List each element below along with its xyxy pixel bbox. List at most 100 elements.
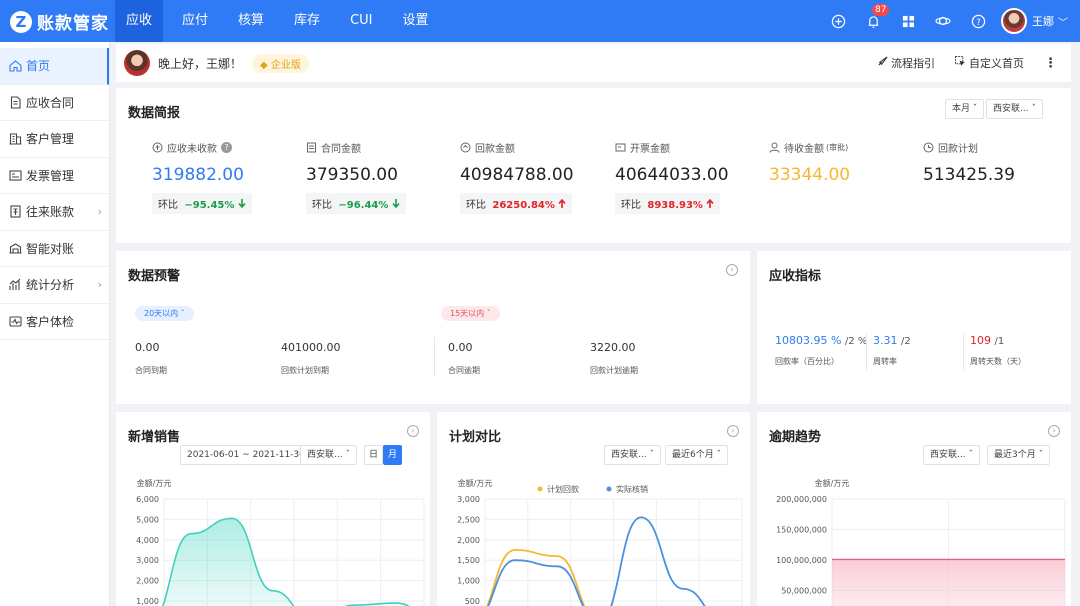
summary-title: 数据简报 — [128, 106, 181, 121]
plan-title: 计划对比 — [449, 430, 502, 445]
kpi-value: 379350.00 — [306, 165, 398, 185]
warning-label: 回款计划逾期 — [590, 366, 638, 375]
customize-button[interactable]: 自定义首页 — [955, 55, 1024, 71]
compare-value: 8938.93% — [647, 200, 703, 211]
user-avatar[interactable] — [1001, 8, 1027, 34]
period-select[interactable]: 本月 ˇ — [945, 99, 985, 119]
edition-badge[interactable]: ◆ 企业版 — [252, 53, 309, 73]
kpi-item[interactable]: 回款计划 513425.39 — [923, 140, 1063, 185]
nav-item[interactable]: 应收 — [115, 0, 164, 42]
overdue-chart: 200,000,000 150,000,000 100,000,000 50,000,… — [776, 478, 1066, 606]
sidebar-item[interactable]: 应收合同 — [0, 85, 109, 121]
arrow-right-circle-icon[interactable]: › — [407, 425, 419, 437]
arrow-up-icon — [558, 198, 566, 211]
kpi-compare: 环比 −95.45% — [152, 193, 252, 214]
sidebar-item[interactable]: 往来账款 › — [0, 194, 109, 231]
indicator-target: /2 % — [844, 336, 868, 347]
indicator-item[interactable]: 10803.95 % /2 % 回款率（百分比） — [775, 334, 870, 370]
chevron-right-icon: › — [97, 278, 102, 291]
org-select[interactable]: 西安联... ˇ — [300, 445, 357, 465]
sidebar-item[interactable]: 发票管理 — [0, 158, 109, 194]
nav-item[interactable]: 核算 — [227, 0, 275, 42]
help-icon[interactable]: ? — [969, 12, 987, 30]
warning-value[interactable]: 401000.00 — [281, 341, 341, 354]
user-name[interactable]: 王娜 — [1032, 13, 1054, 29]
reconcile-icon — [9, 242, 22, 255]
legend-marker — [537, 486, 543, 492]
org-value: 西安联... — [307, 450, 343, 460]
guide-button[interactable]: 流程指引 — [877, 55, 935, 71]
kpi-item[interactable]: 应收未收款? 319882.00 环比 −95.45% — [152, 140, 292, 214]
nav-item[interactable]: 设置 — [392, 0, 440, 42]
org-select[interactable]: 西安联... ˇ — [986, 99, 1043, 119]
chevron-down-icon: ˇ — [1031, 104, 1036, 114]
kpi-value: 33344.00 — [769, 165, 851, 185]
sales-title: 新增销售 — [128, 430, 181, 445]
kpi-label-row: 回款计划 — [923, 140, 1063, 155]
y-tick-label: 3,000 — [457, 495, 480, 504]
range-value: 最近6个月 — [672, 450, 714, 460]
toolbar: 87 ? 王娜 ﹀ — [812, 0, 1068, 42]
warning-value[interactable]: 0.00 — [448, 341, 473, 354]
org-select[interactable]: 西安联... ˇ — [604, 445, 661, 465]
warning-value[interactable]: 0.00 — [135, 341, 160, 354]
warning-range-select-2[interactable]: 15天以内 ˇ — [441, 306, 500, 321]
org-select[interactable]: 西安联... ˇ — [923, 445, 980, 465]
more-icon[interactable]: ⋮ — [1044, 56, 1057, 71]
date-range-picker[interactable]: 2021-06-01 ~ 2021-11-30 — [180, 445, 312, 465]
compare-value: −95.45% — [184, 200, 235, 211]
kpi-label-row: 待收金额 (审批) — [769, 140, 909, 155]
compare-label: 环比 — [466, 200, 486, 211]
day-toggle[interactable]: 日 — [364, 445, 383, 465]
orbit-icon[interactable] — [934, 12, 952, 30]
indicator-target: /1 — [994, 336, 1005, 347]
checkup-icon — [9, 315, 22, 328]
arrow-right-circle-icon[interactable]: › — [1048, 425, 1060, 437]
kpi-item[interactable]: 回款金额 40984788.00 环比 26250.84% — [460, 140, 600, 214]
indicator-item[interactable]: 3.31 /2 周转率 — [866, 334, 961, 370]
nav-item[interactable]: 应付 — [171, 0, 219, 42]
range-select[interactable]: 最近6个月 ˇ — [665, 445, 729, 465]
apps-icon[interactable] — [899, 12, 917, 30]
kpi-item[interactable]: 开票金额 40644033.00 环比 8938.93% — [615, 140, 755, 214]
arrow-right-circle-icon[interactable]: › — [726, 264, 738, 276]
sidebar-item[interactable]: 客户管理 — [0, 121, 109, 158]
overdue-title: 逾期趋势 — [769, 430, 822, 445]
sidebar: 首页 应收合同 客户管理发票管理往来账款 › 智能对账统计分析 › 客户体检 — [0, 42, 110, 606]
sales-chart: 金额/万元 6,000 5,000 4,000 3,000 2,000 1,000 — [136, 478, 425, 606]
nav-item[interactable]: 库存 — [283, 0, 331, 42]
sidebar-item[interactable]: 首页 — [0, 48, 109, 85]
range-value: 最近3个月 — [994, 450, 1036, 460]
welcome-avatar — [124, 50, 150, 76]
month-toggle[interactable]: 月 — [383, 445, 402, 465]
sidebar-item[interactable]: 客户体检 — [0, 304, 109, 340]
arrow-down-icon — [237, 199, 246, 211]
nav-item[interactable]: CUI — [339, 0, 383, 42]
kpi-label-row: 回款金额 — [460, 140, 600, 155]
indicator-item[interactable]: 109 /1 周转天数（天） — [963, 334, 1058, 370]
sidebar-item[interactable]: 智能对账 — [0, 231, 109, 267]
series-line — [487, 516, 706, 606]
arrow-right-circle-icon[interactable]: › — [727, 425, 739, 437]
warning-title: 数据预警 — [128, 269, 181, 284]
chevron-down-icon[interactable]: ﹀ — [1058, 14, 1068, 29]
y-tick-label: 1,500 — [457, 556, 480, 565]
app-logo[interactable]: Z 账款管家 — [10, 9, 109, 34]
y-tick-label: 2,500 — [457, 515, 480, 524]
series-area — [162, 518, 409, 606]
bell-icon[interactable]: 87 — [864, 4, 890, 30]
y-axis-title: 金额/万元 — [458, 478, 493, 488]
sidebar-item-label: 发票管理 — [26, 168, 75, 183]
kpi-label: 应收未收款 — [167, 144, 217, 155]
sidebar-item[interactable]: 统计分析 › — [0, 267, 109, 304]
question-icon[interactable]: ? — [221, 142, 232, 153]
warning-value[interactable]: 3220.00 — [590, 341, 636, 354]
warning-range-select-1[interactable]: 20天以内 ˇ — [135, 306, 194, 321]
kpi-item[interactable]: 待收金额 (审批) 33344.00 — [769, 140, 909, 185]
rocket-icon — [877, 56, 888, 70]
kpi-item[interactable]: 合同金额 379350.00 环比 −96.44% — [306, 140, 446, 214]
add-icon[interactable] — [829, 12, 847, 30]
y-tick-label: 200,000,000 — [776, 495, 827, 504]
range-select[interactable]: 最近3个月 ˇ — [987, 445, 1051, 465]
sidebar-item-label: 智能对账 — [26, 241, 75, 256]
